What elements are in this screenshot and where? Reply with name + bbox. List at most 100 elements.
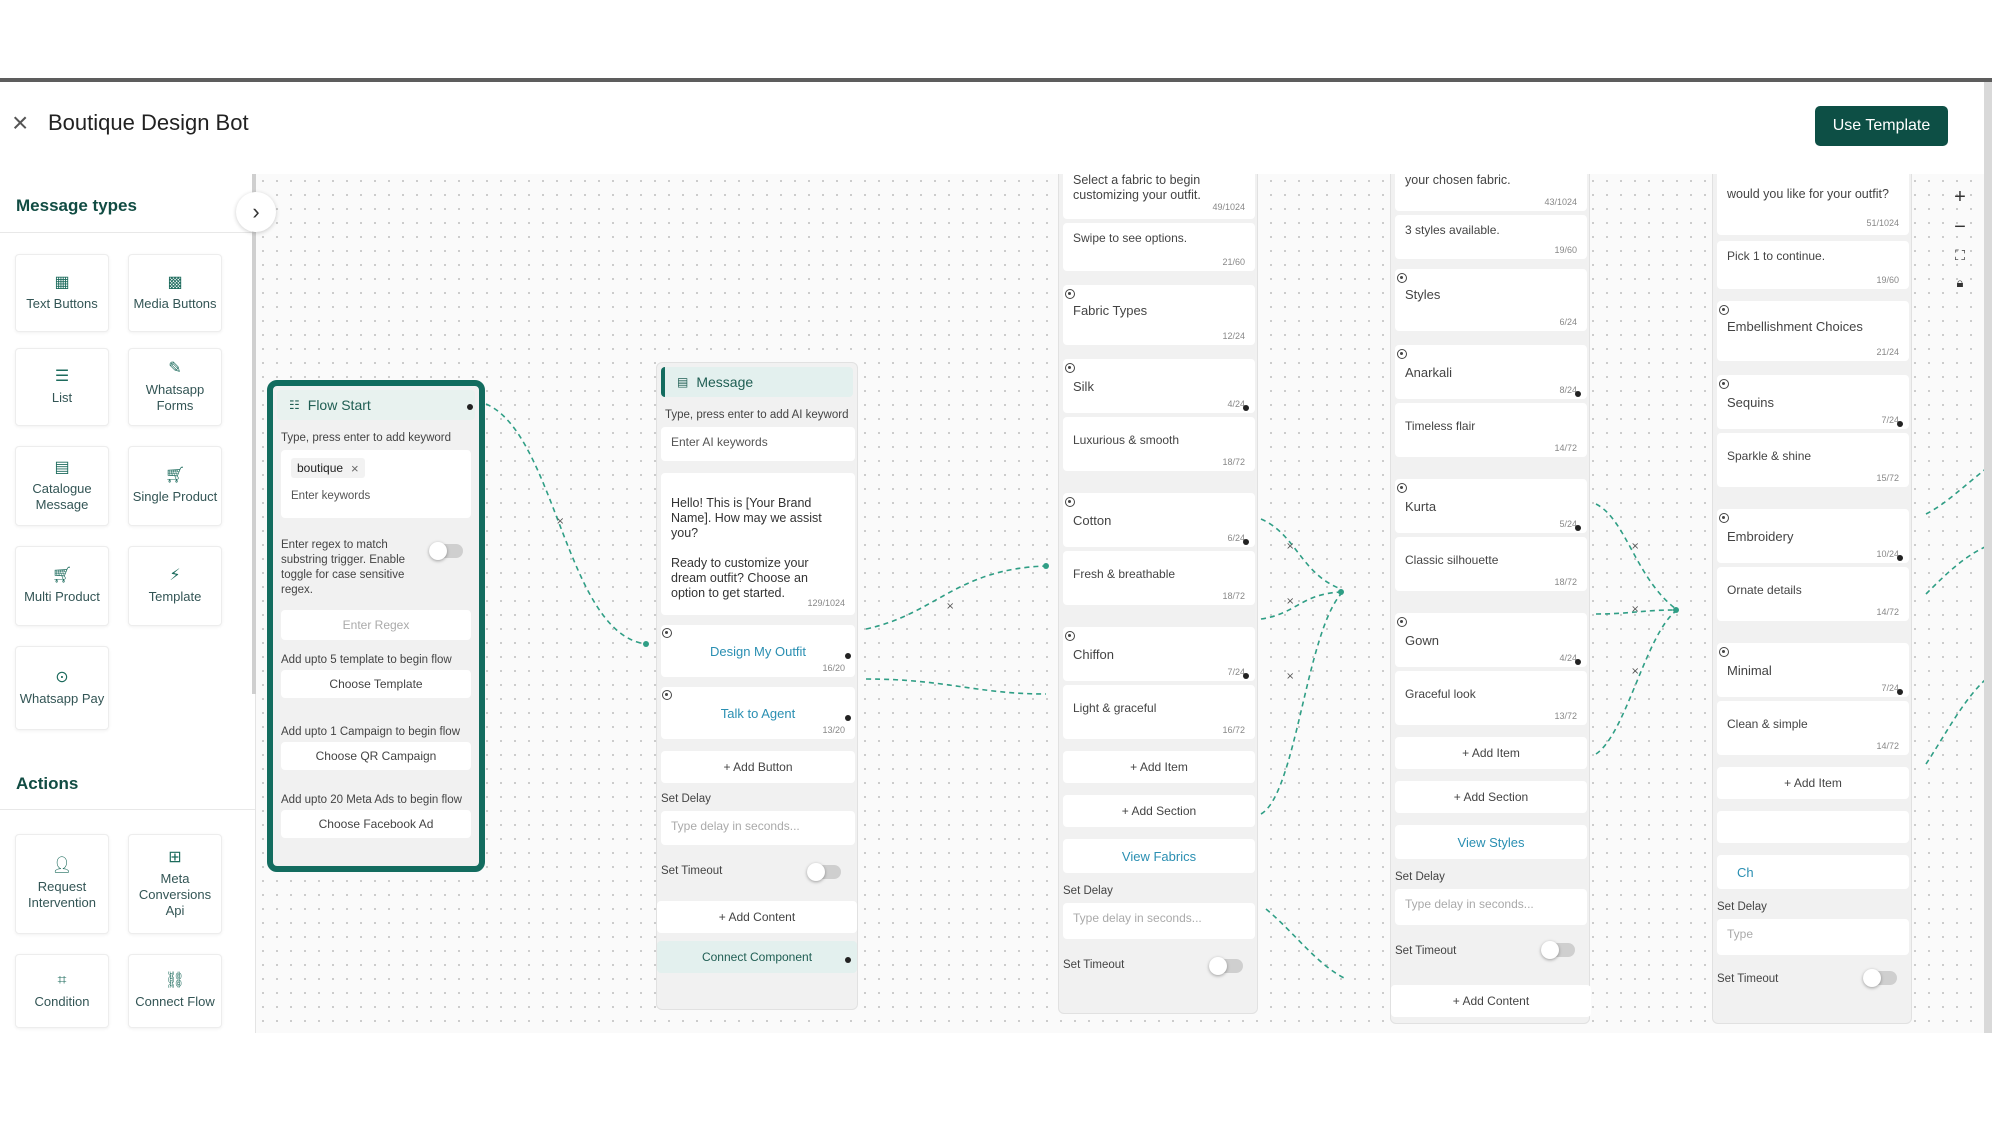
remove-button-icon[interactable]: [662, 690, 672, 700]
output-handle[interactable]: [1897, 421, 1903, 427]
tile-multi-product[interactable]: 🛒︎ Multi Product: [15, 546, 109, 626]
remove-section-icon[interactable]: [1065, 289, 1075, 299]
item-kurta[interactable]: Kurta 5/24: [1395, 479, 1587, 533]
style-footer[interactable]: 3 styles available. 19/60: [1395, 215, 1587, 259]
item-chiffon-desc[interactable]: Light & graceful 16/72: [1063, 685, 1255, 739]
flow-start-node[interactable]: ☷ Flow Start Type, press enter to add ke…: [267, 380, 485, 872]
choose-qr-campaign-button[interactable]: Choose QR Campaign: [281, 742, 471, 770]
remove-item-icon[interactable]: [1719, 379, 1729, 389]
button-talk-to-agent[interactable]: Talk to Agent 13/20: [661, 687, 855, 739]
remove-item-icon[interactable]: [1397, 617, 1407, 627]
embellishment-list-node[interactable]: would you like for your outfit? 51/1024 …: [1712, 174, 1912, 1024]
item-embroidery-desc[interactable]: Ornate details 14/72: [1717, 567, 1909, 621]
item-silk-desc[interactable]: Luxurious & smooth 18/72: [1063, 417, 1255, 471]
remove-section-icon[interactable]: [1397, 273, 1407, 283]
embellishment-footer[interactable]: Pick 1 to continue. 19/60: [1717, 241, 1909, 289]
tile-template[interactable]: ⚡︎ Template: [128, 546, 222, 626]
timeout-toggle[interactable]: [807, 863, 841, 881]
timeout-toggle[interactable]: [1863, 969, 1897, 987]
add-section-button[interactable]: + Add Section: [1063, 795, 1255, 827]
button-design-my-outfit[interactable]: Design My Outfit 16/20: [661, 625, 855, 677]
embellishment-body[interactable]: would you like for your outfit? 51/1024: [1717, 174, 1909, 235]
choose-button[interactable]: Ch: [1717, 855, 1909, 889]
tile-text-buttons[interactable]: ▦ Text Buttons: [15, 254, 109, 332]
fabric-footer[interactable]: Swipe to see options. 21/60: [1063, 223, 1255, 271]
chevron-right-icon[interactable]: ›: [236, 192, 276, 232]
output-handle[interactable]: [1575, 391, 1581, 397]
fit-view-icon[interactable]: ⛶: [1947, 242, 1973, 268]
add-section-button[interactable]: + Add Section: [1395, 781, 1587, 813]
keyword-input[interactable]: Enter keywords: [291, 490, 370, 502]
output-handle[interactable]: [1243, 405, 1249, 411]
remove-item-icon[interactable]: [1397, 483, 1407, 493]
tile-single-product[interactable]: 🛒︎ Single Product: [128, 446, 222, 526]
case-sensitive-toggle[interactable]: [429, 542, 463, 560]
fabric-list-node[interactable]: Select a fabric to begin customizing you…: [1058, 174, 1258, 1014]
lock-icon[interactable]: 🔒︎: [1947, 270, 1973, 296]
output-handle[interactable]: [1897, 689, 1903, 695]
delay-input[interactable]: Type delay in seconds...: [661, 811, 855, 845]
section-styles[interactable]: Styles 6/24: [1395, 269, 1587, 331]
output-handle[interactable]: [845, 715, 851, 721]
tile-catalogue-message[interactable]: ▤ Catalogue Message: [15, 446, 109, 526]
add-section-button[interactable]: [1717, 811, 1909, 843]
message-node[interactable]: ▤ Message Type, press enter to add AI ke…: [656, 362, 858, 1010]
delay-input[interactable]: Type: [1717, 919, 1909, 955]
output-handle[interactable]: [845, 957, 851, 963]
timeout-toggle[interactable]: [1541, 941, 1575, 959]
zoom-in-button[interactable]: +: [1947, 184, 1973, 210]
add-item-button[interactable]: + Add Item: [1717, 767, 1909, 799]
close-icon[interactable]: ×: [12, 109, 34, 137]
add-button-button[interactable]: + Add Button: [661, 751, 855, 783]
fabric-body[interactable]: Select a fabric to begin customizing you…: [1063, 174, 1255, 219]
output-handle[interactable]: [1575, 659, 1581, 665]
remove-item-icon[interactable]: [1065, 631, 1075, 641]
flow-start-header[interactable]: ☷ Flow Start: [277, 390, 475, 420]
item-kurta-desc[interactable]: Classic silhouette 18/72: [1395, 537, 1587, 591]
remove-section-icon[interactable]: [1719, 305, 1729, 315]
tile-whatsapp-forms[interactable]: ✎ Whatsapp Forms: [128, 348, 222, 426]
remove-item-icon[interactable]: [1065, 497, 1075, 507]
item-minimal-desc[interactable]: Clean & simple 14/72: [1717, 701, 1909, 755]
item-sequins[interactable]: Sequins 7/24: [1717, 375, 1909, 429]
use-template-button[interactable]: Use Template: [1815, 106, 1948, 146]
remove-item-icon[interactable]: [1065, 363, 1075, 373]
remove-item-icon[interactable]: [1719, 513, 1729, 523]
output-handle[interactable]: [1243, 673, 1249, 679]
message-body[interactable]: Hello! This is [Your Brand Name]. How ma…: [661, 473, 855, 615]
tile-condition[interactable]: ⌗ Condition: [15, 954, 109, 1028]
output-handle[interactable]: [467, 404, 473, 410]
item-chiffon[interactable]: Chiffon 7/24: [1063, 627, 1255, 681]
remove-button-icon[interactable]: [662, 628, 672, 638]
add-item-button[interactable]: + Add Item: [1395, 737, 1587, 769]
connect-component-button[interactable]: Connect Component: [657, 941, 857, 973]
item-anarkali[interactable]: Anarkali 8/24: [1395, 345, 1587, 399]
output-handle[interactable]: [1243, 539, 1249, 545]
add-content-button[interactable]: + Add Content: [657, 901, 857, 933]
section-embellishment-choices[interactable]: Embellishment Choices 21/24: [1717, 301, 1909, 361]
item-anarkali-desc[interactable]: Timeless flair 14/72: [1395, 403, 1587, 457]
item-cotton-desc[interactable]: Fresh & breathable 18/72: [1063, 551, 1255, 605]
section-fabric-types[interactable]: Fabric Types 12/24: [1063, 285, 1255, 345]
remove-item-icon[interactable]: [1719, 647, 1729, 657]
message-node-header[interactable]: ▤ Message: [661, 367, 853, 397]
item-sequins-desc[interactable]: Sparkle & shine 15/72: [1717, 433, 1909, 487]
remove-chip-icon[interactable]: ×: [351, 461, 359, 476]
output-handle[interactable]: [845, 653, 851, 659]
item-embroidery[interactable]: Embroidery 10/24: [1717, 509, 1909, 563]
item-gown[interactable]: Gown 4/24: [1395, 613, 1587, 667]
choose-template-button[interactable]: Choose Template: [281, 670, 471, 698]
style-list-node[interactable]: your chosen fabric. 43/1024 3 styles ava…: [1390, 174, 1591, 1024]
tile-media-buttons[interactable]: ▩ Media Buttons: [128, 254, 222, 332]
regex-input[interactable]: Enter Regex: [281, 610, 471, 640]
tile-whatsapp-pay[interactable]: ⊙ Whatsapp Pay: [15, 646, 109, 730]
zoom-out-button[interactable]: −: [1947, 214, 1973, 240]
remove-item-icon[interactable]: [1397, 349, 1407, 359]
keyword-field[interactable]: boutique × Enter keywords: [281, 450, 471, 518]
item-minimal[interactable]: Minimal 7/24: [1717, 643, 1909, 697]
add-content-button[interactable]: + Add Content: [1391, 985, 1591, 1017]
choose-facebook-ad-button[interactable]: Choose Facebook Ad: [281, 810, 471, 838]
item-gown-desc[interactable]: Graceful look 13/72: [1395, 671, 1587, 725]
tile-request-intervention[interactable]: 👤︎ Request Intervention: [15, 834, 109, 934]
timeout-toggle[interactable]: [1209, 957, 1243, 975]
